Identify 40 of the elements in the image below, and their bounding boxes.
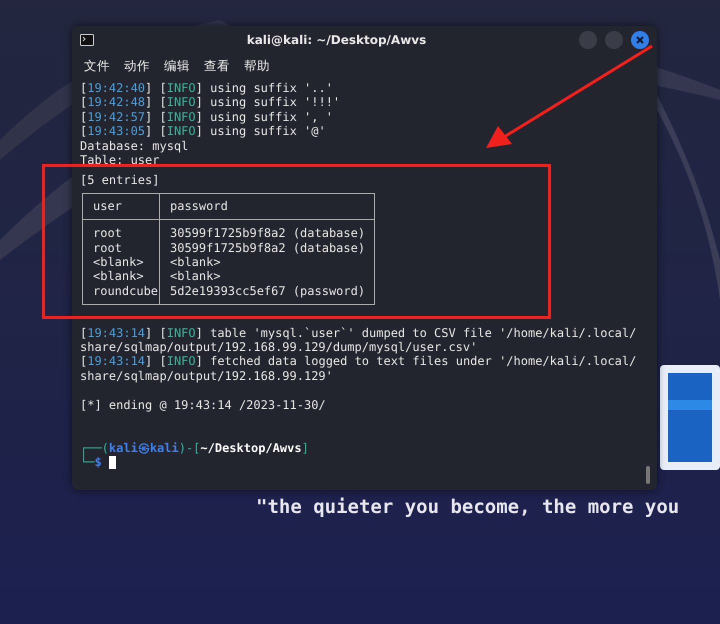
table-cell-text: roundcube xyxy=(92,284,159,300)
prompt-symbol: └─$ xyxy=(80,455,102,470)
minimize-button[interactable] xyxy=(579,31,597,49)
table-header: user xyxy=(83,194,159,220)
log-line: [19:43:14] [INFO] fetched data logged to text files under '/home/kali/.local/ xyxy=(80,354,638,369)
table-cell: 30599f1725b9f8a2 (database) xyxy=(159,240,374,255)
table-cell: 5d2e19393cc5ef67 (password) xyxy=(159,284,374,304)
table-cell-text: root xyxy=(92,225,123,241)
terminal-icon xyxy=(80,34,94,46)
output-line: [*] ending @ 19:43:14 /2023-11-30/ xyxy=(80,398,327,412)
table-cell: 30599f1725b9f8a2 (database) xyxy=(159,220,374,241)
table-header: password xyxy=(159,194,374,220)
log-line: [19:43:14] [INFO] table 'mysql.`user`' dumped to CSV file '/home/kali/.local/ xyxy=(80,326,638,340)
prompt-line: ┌──(kali㉿kali)-[~/Desktop/Awvs] xyxy=(80,440,310,455)
desktop-motto: "the quieter you become, the more you xyxy=(256,496,680,518)
output-line: [5 entries] xyxy=(80,173,160,188)
text-cursor xyxy=(108,456,116,469)
table-cell-text: root xyxy=(92,240,123,255)
menu-item[interactable]: 编辑 xyxy=(164,58,190,75)
log-line: [19:42:48] [INFO] using suffix '!!!' xyxy=(80,95,342,110)
close-icon xyxy=(635,35,645,45)
table-cell: <blank> xyxy=(159,254,374,270)
log-line: [19:43:05] [INFO] using suffix '@' xyxy=(80,124,327,139)
window-title: kali@kali: ~/Desktop/Awvs xyxy=(246,33,428,47)
menu-item[interactable]: 查看 xyxy=(204,58,230,75)
table-cell-text: <blank> xyxy=(92,254,145,270)
log-line: [19:42:57] [INFO] using suffix ', ' xyxy=(80,110,334,124)
menu-item[interactable]: 文件 xyxy=(84,58,110,75)
log-line: [19:42:40] [INFO] using suffix '..' xyxy=(80,81,334,96)
close-button[interactable] xyxy=(631,31,649,49)
table-cell-text: <blank> xyxy=(92,269,145,284)
menu-item[interactable]: 帮助 xyxy=(244,58,270,75)
scrollbar-thumb[interactable] xyxy=(646,466,650,484)
maximize-button[interactable] xyxy=(605,31,623,49)
output-line: share/sqlmap/output/192.168.99.129/dump/mysql/user.csv' xyxy=(80,340,478,354)
output-line: Database: mysql xyxy=(80,138,190,153)
menu-item[interactable]: 动作 xyxy=(124,58,150,75)
output-line: share/sqlmap/output/192.168.99.129' xyxy=(80,368,334,384)
table-cell: <blank> xyxy=(159,269,374,284)
output-line: Table: user xyxy=(80,152,160,168)
